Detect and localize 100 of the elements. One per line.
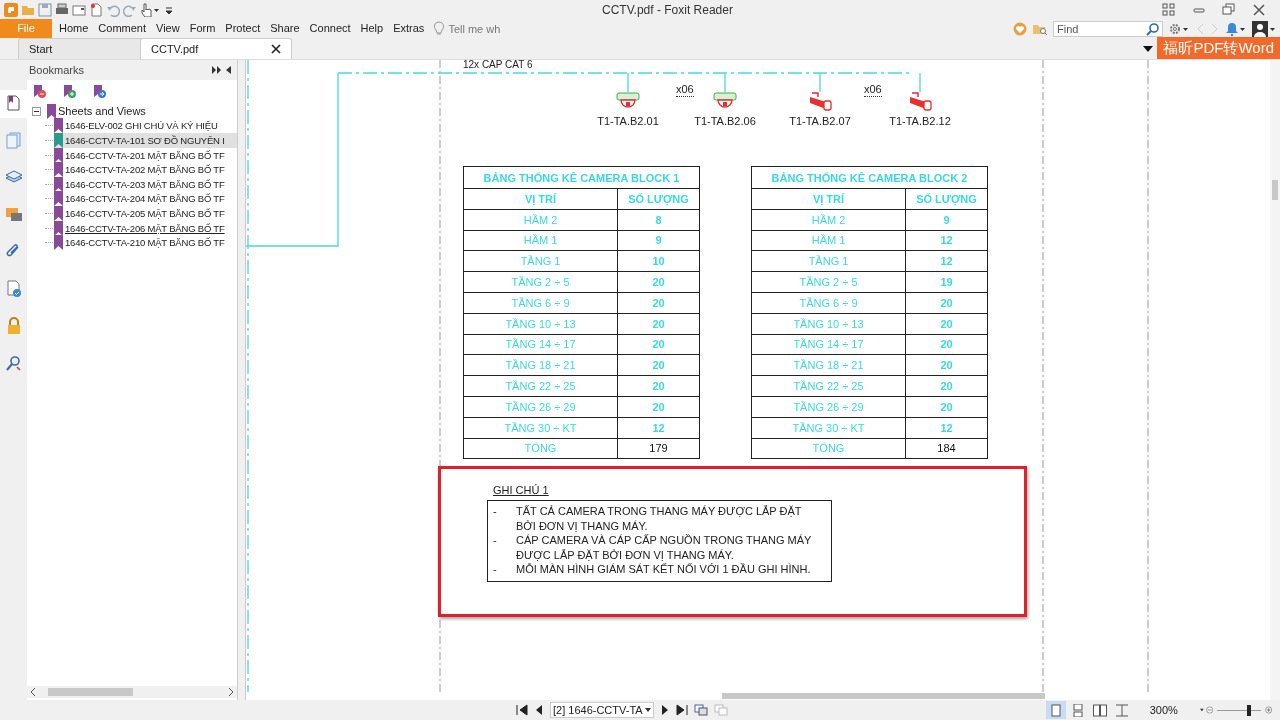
bookmark-icon [54, 176, 63, 192]
lightbulb-icon[interactable] [433, 21, 446, 36]
bullet-camera-icon [808, 91, 832, 111]
table-cell: TẦNG 14 ÷ 17 [463, 334, 618, 355]
email-icon[interactable] [72, 2, 86, 17]
search-icon [4, 354, 23, 372]
app-logo-icon[interactable] [4, 2, 18, 17]
bookmark-item[interactable]: Sheets and Views [47, 103, 237, 119]
bookmark-icon [54, 162, 63, 178]
table-title: BẢNG THỐNG KÊ CAMERA BLOCK 2 [751, 166, 988, 189]
single-page-icon [1048, 703, 1063, 717]
table-cell: 20 [905, 396, 988, 418]
bookmark-item[interactable]: 1646-CCTV-TA-204 MẶT BẰNG BỐ TF [54, 191, 237, 207]
zoom-field[interactable]: 300% [1149, 704, 1178, 716]
scrollbar-thumb[interactable] [722, 693, 1045, 699]
restore-icon[interactable] [1222, 2, 1236, 17]
print-icon[interactable] [55, 2, 69, 17]
scroll-right-icon[interactable] [228, 688, 234, 696]
pages-icon [4, 132, 23, 150]
bookmark-item[interactable]: 1646-CCTV-TA-201 MẶT BẰNG BỐ TF [54, 147, 237, 163]
zoom-in-icon[interactable] [1264, 704, 1272, 716]
table-cell: TẦNG 1 [463, 250, 618, 272]
collapse-toggle-icon[interactable] [32, 106, 41, 116]
table-cell: 20 [905, 375, 988, 397]
window-title: CCTV.pdf - Foxit Reader [601, 2, 734, 17]
add-bookmark-icon[interactable] [62, 83, 77, 99]
bookmark-arrow-icon[interactable] [92, 83, 107, 99]
bookmark-item[interactable]: 1646-CCTV-TA-206 MẶT BẰNG BỐ TF [54, 220, 237, 236]
page-field[interactable]: [2] 1646-CCTV-TA [550, 702, 654, 718]
next-page-icon[interactable] [659, 704, 670, 716]
menu-item[interactable]: Connect [304, 19, 356, 38]
bullet-camera-icon [908, 91, 932, 111]
table-title: BẢNG THỐNG KÊ CAMERA BLOCK 1 [463, 166, 700, 189]
note-text: CÁP CAMERA VÀ CÁP CẤP NGUỒN TRONG THANG MÁY ĐƯỢC LẮP ĐẶT BỞI ĐƠN VỊ THANG MÁY. [516, 533, 813, 562]
user-icon[interactable] [1252, 20, 1276, 37]
table-cell: TỔNG [751, 438, 906, 459]
table-cell: 12 [617, 417, 700, 439]
grid-icon[interactable] [1162, 2, 1176, 17]
table-cell: 20 [905, 334, 988, 355]
camera-label: T1-TA.B2.12 [888, 115, 952, 127]
zoom-slider-thumb[interactable] [1246, 704, 1251, 716]
tell-me-field[interactable]: Tell me wh [448, 22, 511, 35]
menu-item[interactable]: Form [184, 19, 221, 38]
scrollbar-thumb[interactable] [1272, 180, 1278, 200]
caret-icon[interactable] [1143, 45, 1154, 53]
collapse-icon[interactable] [225, 66, 231, 74]
caret-icon [644, 708, 651, 712]
table-cell: HẦM 1 [463, 230, 618, 251]
menu-item[interactable]: Comment [93, 19, 152, 38]
first-page-icon[interactable] [516, 704, 528, 716]
bookmark-item[interactable]: 1646-CCTV-TA-210 MẶT BẰNG BỐ TF [54, 235, 237, 251]
menu-item[interactable]: Share [265, 19, 305, 38]
previous-page-icon[interactable] [534, 704, 544, 716]
previous-view-icon[interactable] [693, 704, 708, 716]
table-cell: 9 [905, 209, 988, 231]
hand-tool-icon[interactable] [140, 2, 162, 17]
scroll-left-icon[interactable] [30, 688, 36, 696]
signature-icon [4, 280, 23, 298]
table-cell: TẦNG 26 ÷ 29 [751, 396, 906, 418]
expand-icon[interactable] [212, 66, 222, 74]
table-cell: 12 [905, 250, 988, 272]
caret-icon[interactable] [1199, 708, 1204, 712]
bell-icon[interactable] [1225, 21, 1247, 36]
search-icon[interactable] [1146, 21, 1160, 36]
menu-item[interactable]: View [151, 19, 185, 38]
menu-item[interactable]: Help [355, 19, 389, 38]
table-cell: 20 [617, 292, 700, 314]
bookmark-icon [54, 147, 63, 163]
multiplier-label: x06 [676, 83, 694, 97]
bookmark-item[interactable]: 1646-ELV-002 GHI CHÚ VÀ KÝ HIỆU [54, 118, 237, 134]
table-cell: HẦM 2 [751, 209, 906, 231]
bookmark-item[interactable]: 1646-CCTV-TA-205 MẶT BẰNG BỐ TF [54, 205, 237, 221]
bookmark-icon [54, 133, 63, 148]
table-cell: TẦNG 26 ÷ 29 [463, 396, 618, 418]
table-cell: 9 [617, 230, 700, 251]
dome-camera-icon [713, 91, 737, 111]
table-cell: 184 [905, 438, 988, 459]
bookmark-item[interactable]: 1646-CCTV-TA-203 MẶT BẰNG BỐ TF [54, 176, 237, 192]
menu-item[interactable]: Home [54, 19, 94, 38]
menu-item[interactable]: Protect [220, 19, 266, 38]
bullet-dash: - [493, 562, 498, 577]
table-cell: TẦNG 18 ÷ 21 [751, 354, 906, 376]
find-field[interactable]: Find [1053, 20, 1163, 37]
last-page-icon[interactable] [675, 704, 688, 716]
table-cell: 179 [617, 438, 700, 459]
document-tab[interactable]: CCTV.pdf [140, 38, 292, 59]
bookmark-icon [54, 235, 63, 251]
bookmark-item[interactable]: 1646-CCTV-TA-202 MẶT BẰNG BỐ TF [54, 162, 237, 178]
delete-bookmark-icon[interactable] [32, 83, 47, 99]
menu-item[interactable]: Extras [388, 19, 430, 38]
side-panel-tab[interactable] [0, 90, 27, 118]
multiplier-label: x06 [864, 83, 882, 97]
close-icon[interactable] [1252, 2, 1266, 17]
scrollbar-thumb[interactable] [48, 688, 133, 696]
new-page-icon[interactable] [89, 2, 103, 17]
close-icon[interactable] [271, 44, 281, 54]
table-cell: TẦNG 10 ÷ 13 [751, 313, 906, 335]
bookmark-item[interactable]: 1646-CCTV-TA-101 SƠ ĐỒ NGUYÊN I [54, 133, 237, 148]
dome-camera-icon [616, 91, 640, 111]
settings-icon[interactable] [1168, 21, 1190, 36]
